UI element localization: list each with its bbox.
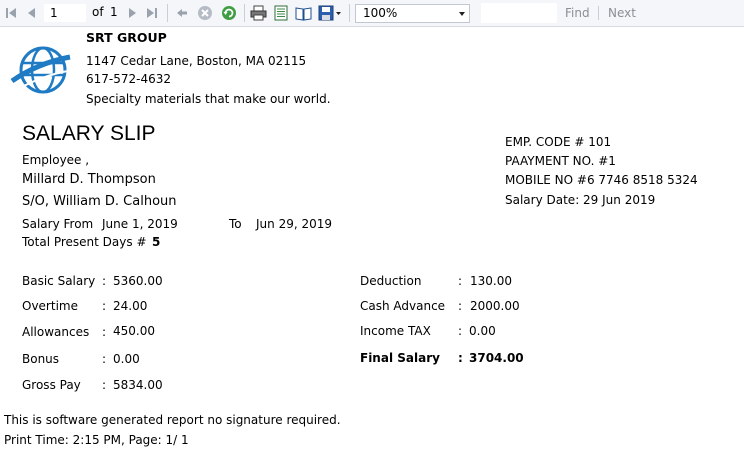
salary-to-label: To bbox=[229, 217, 242, 231]
present-days-value: 5 bbox=[152, 235, 161, 249]
company-name: SRT GROUP bbox=[86, 30, 167, 45]
print-time: Print Time: 2:15 PM, Page: 1/ 1 bbox=[4, 433, 189, 447]
export-button[interactable] bbox=[317, 4, 343, 22]
colon: : bbox=[458, 274, 463, 288]
find-input[interactable] bbox=[481, 3, 557, 23]
slip-title: SALARY SLIP bbox=[22, 122, 156, 145]
deduction-label: Cash Advance bbox=[360, 299, 446, 313]
prev-page-button[interactable] bbox=[24, 4, 40, 22]
last-page-icon bbox=[147, 8, 157, 18]
company-phone: 617-572-4632 bbox=[86, 72, 172, 86]
globe-logo-icon bbox=[10, 46, 71, 94]
toolbar-separator bbox=[598, 6, 599, 20]
earning-label: Allowances bbox=[22, 325, 90, 339]
page-total: 1 bbox=[110, 5, 118, 19]
final-salary-value: 3704.00 bbox=[469, 351, 524, 365]
salary-date: Salary Date: 29 Jun 2019 bbox=[505, 193, 656, 207]
deduction-value: 130.00 bbox=[470, 274, 512, 288]
earning-value: 450.00 bbox=[113, 324, 155, 338]
next-page-button[interactable] bbox=[124, 4, 140, 22]
prev-page-icon bbox=[28, 8, 35, 18]
salary-from-label: Salary From bbox=[22, 217, 94, 231]
export-icon bbox=[318, 5, 341, 21]
page-of-label: of bbox=[92, 5, 104, 19]
final-salary-label: Final Salary bbox=[360, 351, 440, 365]
mobile-no: MOBILE NO #6 7746 8518 5324 bbox=[505, 173, 698, 187]
colon: : bbox=[458, 324, 463, 338]
colon: : bbox=[102, 274, 107, 288]
payment-no: PAAYMENT NO. #1 bbox=[505, 154, 616, 168]
footer-note: This is software generated report no sig… bbox=[4, 413, 341, 427]
earning-value: 5834.00 bbox=[113, 378, 163, 392]
earning-value: 5360.00 bbox=[113, 274, 163, 288]
salary-from-value: June 1, 2019 bbox=[102, 217, 178, 231]
stop-button[interactable] bbox=[196, 4, 214, 22]
report-page: SRT GROUP 1147 Cedar Lane, Boston, MA 02… bbox=[0, 27, 744, 466]
employee-name: Millard D. Thompson bbox=[22, 172, 156, 187]
report-viewer-toolbar: of 1 100% Find Next bbox=[0, 0, 744, 27]
toolbar-separator bbox=[244, 4, 245, 22]
employee-label: Employee , bbox=[22, 153, 90, 167]
earning-label: Basic Salary bbox=[22, 274, 96, 288]
toolbar-separator bbox=[349, 4, 350, 22]
toolbar-separator bbox=[167, 4, 168, 22]
back-icon bbox=[177, 9, 187, 17]
refresh-icon bbox=[222, 6, 236, 20]
company-address: 1147 Cedar Lane, Boston, MA 02115 bbox=[86, 54, 307, 68]
employee-relation: S/O, William D. Calhoun bbox=[22, 194, 177, 209]
refresh-button[interactable] bbox=[219, 4, 239, 22]
salary-to-value: Jun 29, 2019 bbox=[256, 217, 333, 231]
first-page-button[interactable] bbox=[3, 4, 19, 22]
deduction-label: Deduction bbox=[360, 274, 422, 288]
last-page-button[interactable] bbox=[144, 4, 160, 22]
earning-label: Overtime bbox=[22, 299, 78, 313]
stop-icon bbox=[198, 6, 212, 20]
print-icon bbox=[250, 5, 266, 21]
page-setup-button[interactable] bbox=[293, 4, 313, 22]
first-page-icon bbox=[6, 8, 16, 18]
next-page-icon bbox=[129, 8, 136, 18]
colon: : bbox=[458, 299, 463, 313]
colon: : bbox=[102, 299, 107, 313]
deduction-value: 0.00 bbox=[469, 324, 496, 338]
colon: : bbox=[458, 351, 463, 365]
page-setup-icon bbox=[295, 6, 311, 21]
print-layout-icon bbox=[274, 5, 288, 21]
earning-label: Gross Pay bbox=[22, 378, 81, 392]
company-tagline: Specialty materials that make our world. bbox=[86, 92, 331, 106]
present-days-label: Total Present Days # bbox=[22, 235, 147, 249]
zoom-select[interactable]: 100% bbox=[355, 4, 470, 23]
page-number-input[interactable] bbox=[44, 4, 86, 22]
colon: : bbox=[102, 378, 107, 392]
earning-label: Bonus bbox=[22, 352, 60, 366]
emp-code: EMP. CODE # 101 bbox=[505, 135, 612, 149]
find-link[interactable]: Find bbox=[565, 6, 590, 20]
earning-value: 0.00 bbox=[113, 352, 140, 366]
next-link[interactable]: Next bbox=[608, 6, 636, 20]
colon: : bbox=[102, 325, 107, 339]
earning-value: 24.00 bbox=[113, 299, 148, 313]
back-button[interactable] bbox=[174, 4, 190, 22]
colon: : bbox=[102, 352, 107, 366]
print-button[interactable] bbox=[248, 4, 268, 22]
zoom-value: 100% bbox=[363, 6, 398, 20]
deduction-label: Income TAX bbox=[360, 324, 431, 338]
print-layout-button[interactable] bbox=[271, 4, 291, 22]
chevron-down-icon bbox=[459, 12, 465, 16]
deduction-value: 2000.00 bbox=[470, 299, 520, 313]
